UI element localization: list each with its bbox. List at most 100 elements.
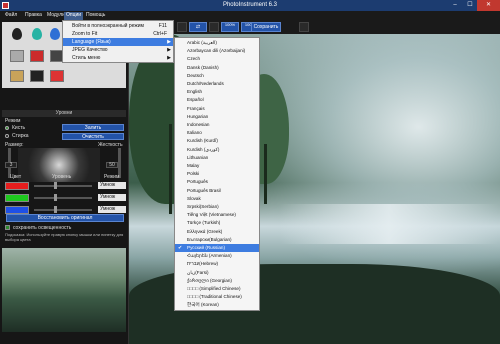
language-option[interactable]: □□□□ (Traditional Chinese) — [175, 293, 259, 301]
level-header: Уровень — [52, 174, 72, 180]
size-value[interactable]: 3 — [5, 162, 17, 168]
water-reflection — [279, 204, 499, 244]
save-button[interactable]: Сохранить — [251, 22, 281, 32]
language-option[interactable]: Dutch/Nederlands — [175, 80, 259, 88]
language-option[interactable]: Ελληνικά (Greek) — [175, 228, 259, 236]
menu-bar: Файл Правка Модули Опции Помощь — [0, 11, 500, 20]
language-option[interactable]: Tiếng Việt (Vietnamese) — [175, 211, 259, 219]
language-option[interactable]: Slovak — [175, 195, 259, 203]
black-drop-icon[interactable] — [12, 28, 22, 40]
blue-drop-icon[interactable] — [50, 28, 60, 40]
level-slider-blue[interactable] — [34, 209, 92, 211]
tool-icon[interactable] — [299, 22, 309, 32]
language-option[interactable]: زبان(Farsi) — [175, 269, 259, 277]
menu-file[interactable]: Файл — [3, 12, 19, 20]
mode-select-red[interactable]: Умнож — [98, 182, 126, 189]
zoom-in-button[interactable]: 100% — [221, 22, 239, 32]
language-option[interactable]: Srpski(Serbian) — [175, 203, 259, 211]
brush-tool-icon[interactable] — [177, 22, 187, 32]
keep-brightness-checkbox[interactable] — [5, 225, 10, 230]
window-title: PhotoInstrument 6.3 — [222, 2, 278, 8]
red-tool-icon[interactable] — [30, 50, 44, 62]
keep-brightness-label: сохранить освещенность — [13, 225, 72, 231]
language-option[interactable]: Arabic (العربية) — [175, 39, 259, 47]
minimize-button[interactable]: – — [448, 0, 462, 11]
language-option[interactable]: Español — [175, 96, 259, 104]
eraser-icon[interactable] — [10, 50, 24, 62]
mode-label: Режим — [5, 118, 21, 124]
level-knob-red[interactable] — [54, 182, 57, 189]
arrows-icon[interactable]: ⇄ — [189, 22, 207, 32]
hardness-value[interactable]: 50 — [106, 162, 118, 168]
undo-icon[interactable] — [209, 22, 219, 32]
language-option[interactable]: English — [175, 88, 259, 96]
clear-button[interactable]: Очистить — [62, 133, 124, 140]
language-option[interactable]: Türkçe (Turkish) — [175, 219, 259, 227]
language-option[interactable]: ✔ Русский (Russian) — [175, 244, 259, 253]
menu-edit[interactable]: Правка — [23, 12, 44, 20]
mode-select-green[interactable]: Умнож — [98, 194, 126, 201]
chevron-right-icon: ▶ — [167, 39, 171, 45]
maximize-button[interactable]: ☐ — [463, 0, 477, 11]
menu-zoom-to-fit[interactable]: Zoom to Fit Ctrl+F — [63, 30, 173, 38]
restore-original-button[interactable]: Восстановить оригинал — [6, 214, 124, 222]
teal-drop-icon[interactable] — [32, 28, 42, 40]
level-knob-green[interactable] — [54, 194, 57, 201]
color-header: Цвет — [10, 174, 22, 180]
language-option[interactable]: Português — [175, 178, 259, 186]
left-panel: Уровни Режим Кисть Стирка Залить Очистит… — [0, 20, 129, 344]
level-slider-red[interactable] — [34, 185, 92, 187]
top-toolbar: ⇄ 100% 100% Сохранить — [129, 20, 500, 34]
language-option[interactable]: Kurdish (کوردی) — [175, 146, 259, 154]
menu-jpeg-quality[interactable]: JPEG Качество ▶ — [63, 46, 173, 54]
tree-trunk — [169, 124, 172, 214]
mode-select-blue[interactable]: Умнож — [98, 206, 126, 213]
color-swatch-red[interactable] — [5, 182, 29, 190]
menu-options[interactable]: Опции — [64, 12, 84, 20]
level-slider-green[interactable] — [34, 197, 92, 199]
erase-radio[interactable] — [5, 134, 9, 138]
erase-radio-label: Стирка — [12, 133, 29, 139]
language-option[interactable]: 한국어 (Korean) — [175, 301, 259, 309]
language-option[interactable]: Polski — [175, 170, 259, 178]
language-option[interactable]: Italiano — [175, 129, 259, 137]
language-option[interactable]: Français — [175, 105, 259, 113]
language-option[interactable]: ქართული (Georgian) — [175, 277, 259, 285]
options-dropdown: Войти в полноэкранный режим F11 Zoom to … — [62, 20, 174, 63]
menu-fullscreen[interactable]: Войти в полноэкранный режим F11 — [63, 22, 173, 30]
language-option[interactable]: Lithuanian — [175, 154, 259, 162]
close-button[interactable]: ✕ — [477, 0, 500, 11]
levels-header: Уровни — [2, 110, 126, 117]
language-option[interactable]: Hungarian — [175, 113, 259, 121]
check-icon: ✔ — [178, 245, 183, 251]
chevron-right-icon: ▶ — [167, 47, 171, 53]
language-option[interactable]: Հայերեն (Armenian) — [175, 252, 259, 260]
language-option[interactable]: Malay — [175, 162, 259, 170]
circle-tool-icon[interactable] — [30, 70, 44, 82]
language-option[interactable]: Português Brasil — [175, 187, 259, 195]
level-knob-blue[interactable] — [54, 206, 57, 213]
menu-language[interactable]: Language (Язык) ▶ — [63, 38, 173, 46]
hint-text: Подсказка: Используйте правую кнопку мыш… — [5, 232, 124, 242]
menu-style[interactable]: Стиль меню ▶ — [63, 54, 173, 62]
language-option[interactable]: Български(Bulgarian) — [175, 236, 259, 244]
fill-button[interactable]: Залить — [62, 124, 124, 131]
chevron-right-icon: ▶ — [167, 55, 171, 61]
language-submenu: Arabic (العربية) Azərbaycan dili (Azərbai… — [174, 37, 260, 311]
language-option[interactable]: Azərbaycan dili (Azərbaijani) — [175, 47, 259, 55]
language-option[interactable]: Deutsch — [175, 72, 259, 80]
language-option[interactable]: Indonesian — [175, 121, 259, 129]
language-option[interactable]: Dansk (Danish) — [175, 64, 259, 72]
color-swatch-green[interactable] — [5, 194, 29, 202]
lips-icon[interactable] — [50, 70, 64, 82]
language-option[interactable]: □□□□ (Simplified Chinese) — [175, 285, 259, 293]
language-option[interactable]: עברית(Hebrew) — [175, 260, 259, 268]
language-option[interactable]: Czech — [175, 55, 259, 63]
language-option[interactable]: Kurdish (Kurdî) — [175, 137, 259, 145]
brush-radio[interactable] — [5, 126, 9, 130]
navigator-thumbnail[interactable] — [2, 248, 126, 332]
palette-icon[interactable] — [10, 70, 24, 82]
menu-help[interactable]: Помощь — [84, 12, 107, 20]
color-swatch-blue[interactable] — [5, 206, 29, 214]
tree-trunk — [264, 144, 267, 204]
